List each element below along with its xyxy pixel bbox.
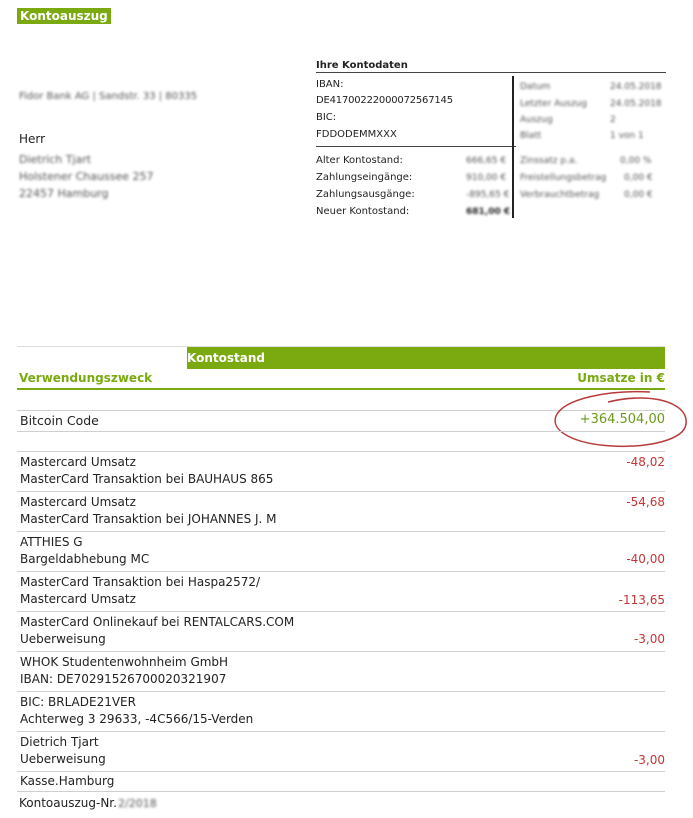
kontodaten-title: Ihre Kontodaten xyxy=(316,60,408,71)
alter-kontostand-value: 666,65 € xyxy=(466,156,507,166)
tx-2-amount: -54,68 xyxy=(626,495,665,509)
detail-label-4: Blatt xyxy=(520,131,542,141)
row-divider xyxy=(17,691,665,692)
row-divider xyxy=(17,571,665,572)
tx-7-line1: BIC: BRLADE21VER xyxy=(20,695,136,709)
kontostand-band-label: Kontostand xyxy=(187,351,265,365)
document-title: Kontoauszug xyxy=(17,8,111,24)
recipient-salutation: Herr xyxy=(19,132,46,146)
kontodaten-divider-2 xyxy=(316,146,516,147)
tx-4-amount: -113,65 xyxy=(618,593,665,607)
zahlungsausgaenge-value: -895,65 € xyxy=(466,190,510,200)
detail-value-4: 1 von 1 xyxy=(610,131,644,141)
recipient-street: Holstener Chaussee 257 xyxy=(19,170,154,183)
tx-6-line1: WHOK Studentenwohnheim GmbH xyxy=(20,655,229,669)
row-divider xyxy=(17,611,665,612)
detail-value-5: 0,00 % xyxy=(620,156,652,166)
alter-kontostand-label: Alter Kontostand: xyxy=(316,155,403,166)
detail-label-6: Freistellungsbetrag xyxy=(520,173,607,183)
tx-9-line1: Kasse.Hamburg xyxy=(20,774,115,788)
detail-value-7: 0,00 € xyxy=(624,190,653,200)
tx-1-line2: MasterCard Transaktion bei BAUHAUS 865 xyxy=(20,472,274,486)
tx-2-line1: Mastercard Umsatz xyxy=(20,495,136,509)
detail-label-3: Auszug xyxy=(520,115,553,125)
zahlungseingaenge-label: Zahlungseingänge: xyxy=(316,172,413,183)
detail-label-2: Letzter Auszug xyxy=(520,99,587,109)
tx-8-line2: Ueberweisung xyxy=(20,752,106,766)
row-divider xyxy=(17,451,665,452)
tx-1-line1: Mastercard Umsatz xyxy=(20,455,136,469)
tx-5-amount: -3,00 xyxy=(633,632,665,646)
row-divider xyxy=(17,731,665,732)
zahlungsausgaenge-label: Zahlungsausgänge: xyxy=(316,189,415,200)
row-divider xyxy=(17,531,665,532)
detail-label-7: Verbrauchtbetrag xyxy=(520,190,600,200)
column-header-verwendungszweck: Verwendungszweck xyxy=(19,371,153,385)
bic-value: FDDODEMMXXX xyxy=(316,129,397,140)
tx-6-line2: IBAN: DE70291526700020321907 xyxy=(20,672,227,686)
bitcoin-label: Bitcoin Code xyxy=(20,413,99,428)
detail-value-6: 0,00 € xyxy=(624,173,653,183)
kontostand-header-row: Kontostand xyxy=(17,346,665,369)
zahlungseingaenge-value: 910,00 € xyxy=(466,173,507,183)
footer-value: 2/2018 xyxy=(118,797,157,810)
detail-value-3: 2 xyxy=(610,115,616,125)
tx-1-amount: -48,02 xyxy=(626,455,665,469)
tx-8-line1: Dietrich Tjart xyxy=(20,735,99,749)
recipient-name: Dietrich Tjart xyxy=(19,153,92,166)
detail-value-1: 24.05.2018 xyxy=(610,82,662,92)
iban-value: DE41700222000072567145 xyxy=(316,95,453,106)
footer-label: Kontoauszug-Nr. xyxy=(19,796,117,810)
tx-3-line1: ATTHIES G xyxy=(20,535,83,549)
tx-3-amount: -40,00 xyxy=(626,552,665,566)
bic-label: BIC: xyxy=(316,112,337,123)
row-divider xyxy=(17,791,665,792)
neuer-kontostand-value: 681,00 € xyxy=(466,207,511,217)
recipient-city: 22457 Hamburg xyxy=(19,187,109,200)
row-divider xyxy=(17,771,665,772)
detail-label-5: Zinssatz p.a. xyxy=(520,156,578,166)
tx-5-line1: MasterCard Onlinekauf bei RENTALCARS.COM xyxy=(20,615,295,629)
neuer-kontostand-label: Neuer Kontostand: xyxy=(316,206,410,217)
row-divider xyxy=(17,651,665,652)
detail-value-2: 24.05.2018 xyxy=(610,99,662,109)
tx-5-line2: Ueberweisung xyxy=(20,632,106,646)
kontodaten-vertical-separator xyxy=(512,76,514,218)
row-divider xyxy=(17,491,665,492)
tx-4-line1: MasterCard Transaktion bei Haspa2572/ xyxy=(20,575,261,589)
tx-8-amount: -3,00 xyxy=(633,753,665,767)
tx-4-line2: Mastercard Umsatz xyxy=(20,592,136,606)
row-divider xyxy=(17,431,665,432)
sender-address: Fidor Bank AG | Sandstr. 33 | 80335 xyxy=(19,91,198,102)
tx-3-line2: Bargeldabhebung MC xyxy=(20,552,150,566)
column-header-umsaetze: Umsatze in € xyxy=(577,371,665,385)
kontodaten-divider xyxy=(316,72,666,73)
highlight-circle-icon xyxy=(554,390,687,448)
tx-2-line2: MasterCard Transaktion bei JOHANNES J. M xyxy=(20,512,277,526)
detail-label-1: Datum xyxy=(520,82,551,92)
tx-7-line2: Achterweg 3 29633, -4C566/15-Verden xyxy=(20,712,254,726)
iban-label: IBAN: xyxy=(316,79,344,90)
